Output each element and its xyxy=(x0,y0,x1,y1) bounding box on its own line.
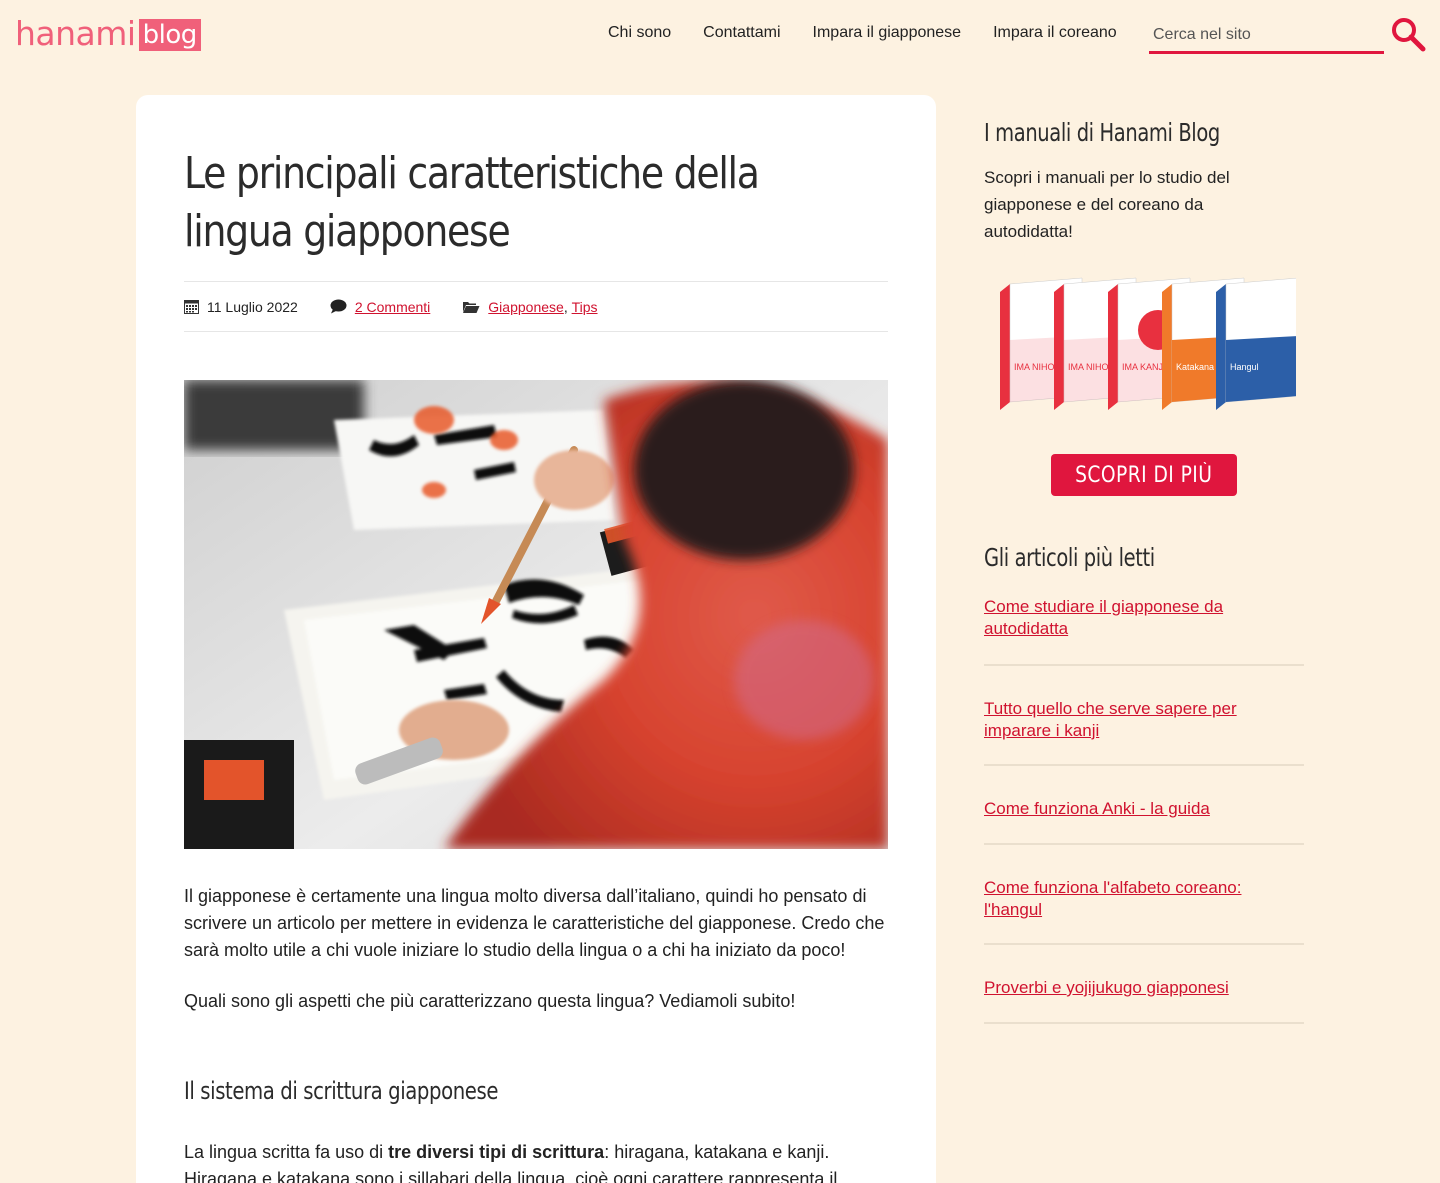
nav-impara-coreano[interactable]: Impara il coreano xyxy=(993,22,1117,44)
section-heading-writing-system: Il sistema di scrittura giapponese xyxy=(184,1077,499,1105)
search-input[interactable] xyxy=(1149,18,1384,54)
popular-link-1[interactable]: Come studiare il giapponese da autodidat… xyxy=(984,596,1304,640)
article-date: 11 Luglio 2022 xyxy=(207,298,298,315)
category-separator: , xyxy=(563,298,568,315)
calendar-icon xyxy=(184,300,199,314)
list-item: Come funziona Anki - la guida xyxy=(984,766,1304,845)
popular-link-4[interactable]: Come funziona l'alfabeto coreano: l'hang… xyxy=(984,877,1304,921)
p3-text-before: La lingua scritta fa uso di xyxy=(184,1142,389,1162)
popular-heading: Gli articoli più letti xyxy=(984,543,1155,572)
manuals-heading: I manuali di Hanami Blog xyxy=(984,118,1220,147)
svg-text:Katakana: Katakana xyxy=(1176,362,1214,372)
meta-categories: Giapponese, Tips xyxy=(462,298,598,315)
article-title: Le principali caratteristiche della ling… xyxy=(184,148,760,257)
discover-more-label: SCOPRI DI PIÙ xyxy=(1075,462,1213,488)
article-paragraph-2: Quali sono gli aspetti che più caratteri… xyxy=(184,991,796,1011)
comments-link[interactable]: 2 Commenti xyxy=(355,299,430,315)
popular-link-5[interactable]: Proverbi e yojijukugo giapponesi xyxy=(984,977,1304,999)
list-item: Proverbi e yojijukugo giapponesi xyxy=(984,945,1304,1024)
article-card: Le principali caratteristiche della ling… xyxy=(136,95,936,1183)
meta-date: 11 Luglio 2022 xyxy=(184,299,298,315)
nav-contattami[interactable]: Contattami xyxy=(703,22,780,44)
manuals-description: Scopri i manuali per lo studio del giapp… xyxy=(984,168,1230,241)
svg-text:Hangul: Hangul xyxy=(1230,362,1259,372)
search-icon[interactable] xyxy=(1390,16,1426,52)
article-meta: 11 Luglio 2022 2 Commenti Giapponese, Ti… xyxy=(184,281,888,332)
logo-badge: blog xyxy=(138,19,201,51)
popular-articles-list: Come studiare il giapponese da autodidat… xyxy=(984,596,1304,1024)
nav-chi-sono[interactable]: Chi sono xyxy=(608,22,671,44)
p3-bold-text: tre diversi tipi di scrittura xyxy=(388,1142,605,1162)
manual-book-5: Hangul xyxy=(1216,277,1299,410)
nav-impara-giapponese[interactable]: Impara il giapponese xyxy=(813,22,962,44)
manuals-books-image[interactable]: IMA NIHONGO IMA NIHONGO IMA KANJI Katakana H… xyxy=(996,270,1299,420)
popular-link-2[interactable]: Tutto quello che serve sapere per impara… xyxy=(984,698,1304,742)
list-item: Tutto quello che serve sapere per impara… xyxy=(984,666,1304,766)
category-link-giapponese[interactable]: Giapponese xyxy=(488,299,564,315)
main-nav: Chi sono Contattami Impara il giapponese… xyxy=(608,22,1149,44)
logo-word: hanami xyxy=(15,14,136,53)
category-link-tips[interactable]: Tips xyxy=(572,299,598,315)
article-paragraph-3: La lingua scritta fa uso di tre diversi … xyxy=(184,1139,888,1183)
site-logo[interactable]: hanami blog xyxy=(15,16,201,52)
meta-comments: 2 Commenti xyxy=(330,299,430,315)
list-item: Come funziona l'alfabeto coreano: l'hang… xyxy=(984,845,1304,945)
discover-more-button[interactable]: SCOPRI DI PIÙ xyxy=(1051,454,1237,496)
article-paragraph-1: Il giapponese è certamente una lingua mo… xyxy=(184,886,885,960)
svg-text:IMA KANJI: IMA KANJI xyxy=(1122,362,1166,372)
popular-link-3[interactable]: Come funziona Anki - la guida xyxy=(984,798,1304,820)
comment-icon xyxy=(330,299,347,314)
list-item: Come studiare il giapponese da autodidat… xyxy=(984,596,1304,666)
hero-image xyxy=(184,380,888,849)
site-header: hanami blog Chi sono Contattami Impara i… xyxy=(0,0,1440,68)
folder-open-icon xyxy=(463,301,480,313)
